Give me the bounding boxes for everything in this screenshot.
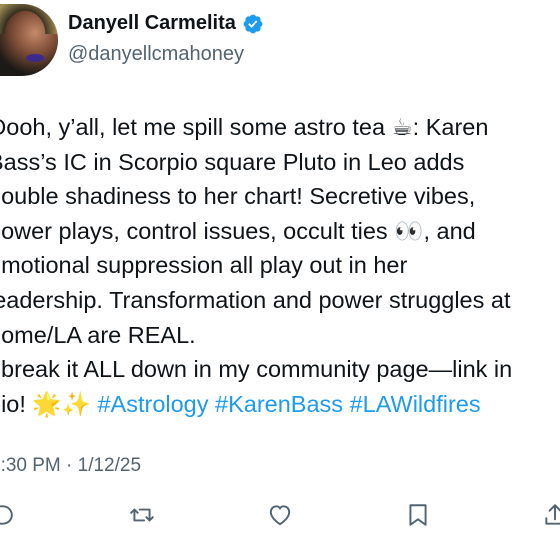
- share-icon: [545, 504, 560, 525]
- author-display-name[interactable]: Danyell Carmelita: [68, 12, 236, 35]
- tweet-line: double shadiness to her chart! Secretive…: [0, 183, 476, 210]
- tweet-line: Bass’s IC in Scorpio square Pluto in Leo…: [0, 148, 465, 175]
- verified-badge-icon: [243, 14, 263, 33]
- tweet-line: I break it ALL down in my community page…: [0, 356, 513, 383]
- reply-button[interactable]: [0, 500, 16, 530]
- reply-icon: [0, 505, 13, 525]
- bookmark-icon: [409, 504, 427, 526]
- like-icon: [269, 505, 291, 526]
- tweet-line: leadership. Transformation and power str…: [0, 286, 511, 313]
- like-button[interactable]: [265, 500, 295, 530]
- tweet-text: Oooh, y’all, let me spill some astro tea…: [0, 110, 560, 421]
- tweet-line-prefix: bio! 🌟✨: [0, 390, 91, 417]
- hashtag-karenbass[interactable]: #KarenBass: [215, 391, 343, 417]
- hashtag-lawildfires[interactable]: #LAWildfires: [350, 391, 481, 417]
- share-button[interactable]: [540, 500, 560, 530]
- tweet-line: Oooh, y’all, let me spill some astro tea…: [0, 114, 489, 140]
- author-handle[interactable]: @danyellcmahoney: [68, 43, 244, 66]
- avatar-lips: [26, 54, 44, 62]
- bookmark-button[interactable]: [403, 500, 433, 530]
- action-bar: [0, 500, 560, 536]
- tweet-line-hashtags: bio! 🌟✨ #Astrology #KarenBass #LAWildfir…: [0, 387, 560, 422]
- tweet-timestamp[interactable]: 4:30 PM · 1/12/25: [0, 455, 141, 477]
- tweet-line: emotional suppression all play out in he…: [0, 252, 408, 279]
- hashtag-astrology[interactable]: #Astrology: [97, 391, 208, 417]
- tweet-line: home/LA are REAL.: [0, 321, 196, 348]
- tweet-line: power plays, control issues, occult ties…: [0, 217, 476, 244]
- retweet-icon: [130, 508, 154, 522]
- author-name-row[interactable]: Danyell Carmelita: [68, 12, 264, 35]
- avatar[interactable]: [0, 4, 58, 76]
- retweet-button[interactable]: [127, 500, 157, 530]
- avatar-hair: [0, 4, 58, 34]
